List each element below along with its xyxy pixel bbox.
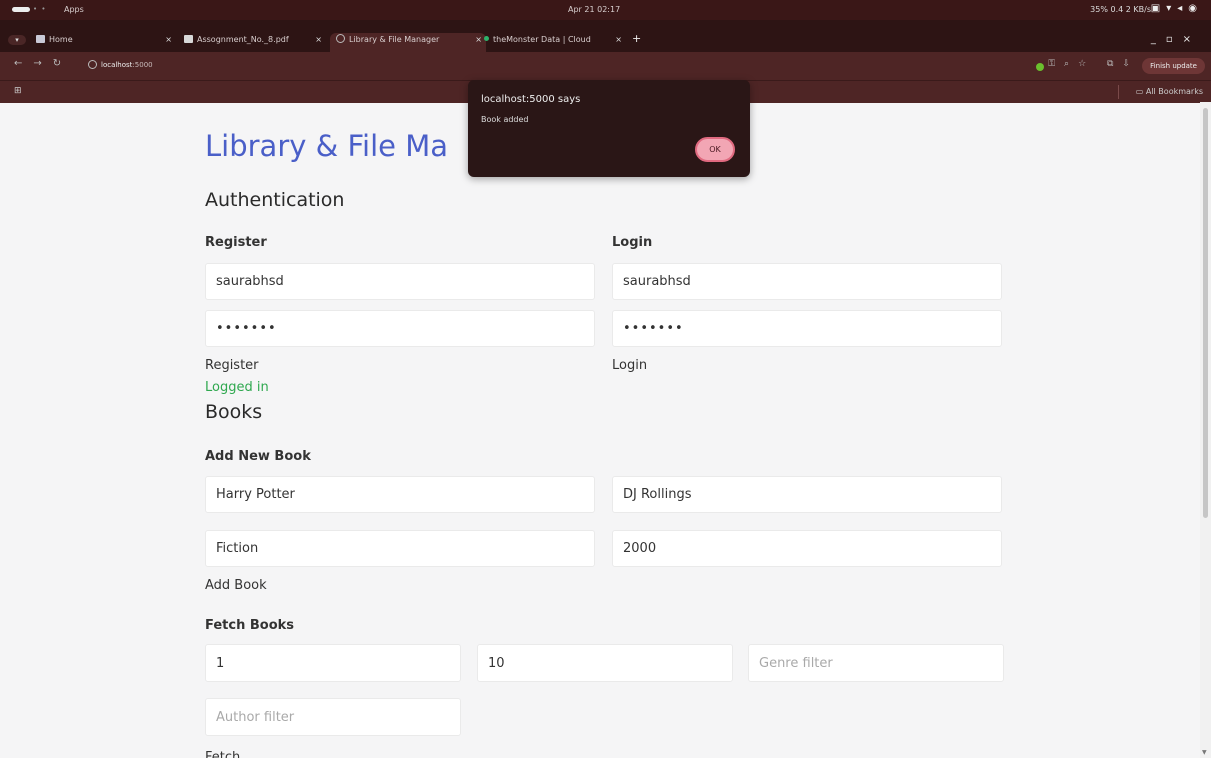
close-tab-icon[interactable]: × (165, 33, 172, 47)
new-tab-icon[interactable]: + (632, 32, 641, 45)
book-genre-input[interactable] (205, 530, 595, 567)
url-host: localhost (101, 61, 133, 69)
author-filter-input[interactable] (205, 698, 461, 736)
workspace-dots-icon: • • (33, 5, 47, 13)
register-password-input[interactable] (205, 310, 595, 347)
system-top-bar: • • Apps Apr 21 02:17 35% 0.4 2 KB/s ▣▾◂… (0, 0, 1211, 20)
login-button[interactable]: Login (612, 358, 647, 373)
books-heading: Books (205, 401, 263, 423)
register-heading: Register (205, 235, 267, 250)
all-bookmarks-button[interactable]: ▭ All Bookmarks (1136, 87, 1203, 96)
system-tray-icons[interactable]: ▣▾◂◉ (1151, 3, 1203, 14)
dialog-ok-button[interactable]: OK (695, 137, 735, 162)
cloud-favicon-icon (484, 36, 489, 41)
tab-home[interactable]: Home × (36, 33, 176, 52)
dialog-title: localhost:5000 says (481, 94, 581, 105)
clock[interactable]: Apr 21 02:17 (568, 5, 620, 14)
add-book-heading: Add New Book (205, 449, 311, 464)
authentication-heading: Authentication (205, 189, 345, 211)
tab-assignment-pdf[interactable]: Assognment_No._8.pdf × (184, 33, 326, 52)
site-info-icon[interactable] (88, 60, 97, 69)
tab-library-file-manager[interactable]: Library & File Manager × (330, 33, 486, 52)
tab-search-icon[interactable]: ▾ (8, 35, 26, 45)
page-title: Library & File Ma (205, 129, 448, 163)
close-tab-icon[interactable]: × (615, 33, 622, 47)
close-tab-icon[interactable]: × (475, 33, 482, 47)
tab-title: theMonster Data | Cloud (493, 35, 591, 44)
fetch-books-heading: Fetch Books (205, 618, 295, 633)
apps-grid-icon[interactable]: ⊞ (14, 86, 24, 96)
home-favicon-icon (36, 35, 45, 43)
scroll-down-arrow-icon[interactable]: ▼ (1202, 749, 1207, 756)
genre-filter-input[interactable] (748, 644, 1004, 682)
finish-update-button[interactable]: Finish update (1142, 58, 1205, 74)
limit-input[interactable] (477, 644, 733, 682)
register-button[interactable]: Register (205, 358, 259, 373)
register-username-input[interactable] (205, 263, 595, 300)
tab-title: Assognment_No._8.pdf (197, 35, 289, 44)
browser-toolbar: ←→↻ localhost:5000 ⚿⌕☆ ⧉⇩ Finish update (0, 52, 1211, 80)
page-scrollbar[interactable]: ▼ (1200, 102, 1211, 758)
extension-icon[interactable] (1036, 63, 1044, 71)
alert-dialog: localhost:5000 says Book added OK (468, 80, 750, 177)
bookmarks-divider (1118, 85, 1119, 99)
tab-title: Library & File Manager (349, 35, 440, 44)
book-year-input[interactable] (612, 530, 1002, 567)
book-title-input[interactable] (205, 476, 595, 513)
url-port: :5000 (132, 61, 153, 69)
login-password-input[interactable] (612, 310, 1002, 347)
login-status: Logged in (205, 380, 269, 395)
workspace-indicator-icon[interactable] (12, 7, 30, 12)
close-tab-icon[interactable]: × (315, 33, 322, 47)
toolbar-actions-icon[interactable]: ⚿⌕☆ ⧉⇩ (1048, 59, 1139, 69)
tab-monster-data[interactable]: theMonster Data | Cloud × (484, 33, 626, 52)
window-controls-icon[interactable]: _▫× (1151, 34, 1201, 45)
add-book-button[interactable]: Add Book (205, 578, 267, 593)
page-content: Library & File Ma Authentication Registe… (0, 102, 1200, 758)
dialog-message: Book added (481, 115, 529, 124)
page-number-input[interactable] (205, 644, 461, 682)
nav-buttons-icon[interactable]: ←→↻ (14, 58, 72, 69)
all-bookmarks-label: All Bookmarks (1145, 87, 1203, 96)
globe-favicon-icon (336, 34, 345, 43)
apps-menu[interactable]: Apps (64, 5, 84, 14)
tab-title: Home (49, 35, 73, 44)
browser-tab-bar: ▾ Home × Assognment_No._8.pdf × Library … (0, 20, 1211, 52)
scrollbar-thumb[interactable] (1203, 108, 1208, 518)
login-username-input[interactable] (612, 263, 1002, 300)
address-bar[interactable]: localhost:5000 (88, 60, 153, 69)
fetch-button[interactable]: Fetch (205, 750, 240, 758)
book-author-input[interactable] (612, 476, 1002, 513)
pdf-favicon-icon (184, 35, 193, 43)
system-stats: 35% 0.4 2 KB/s (1090, 5, 1151, 14)
login-heading: Login (612, 235, 653, 250)
